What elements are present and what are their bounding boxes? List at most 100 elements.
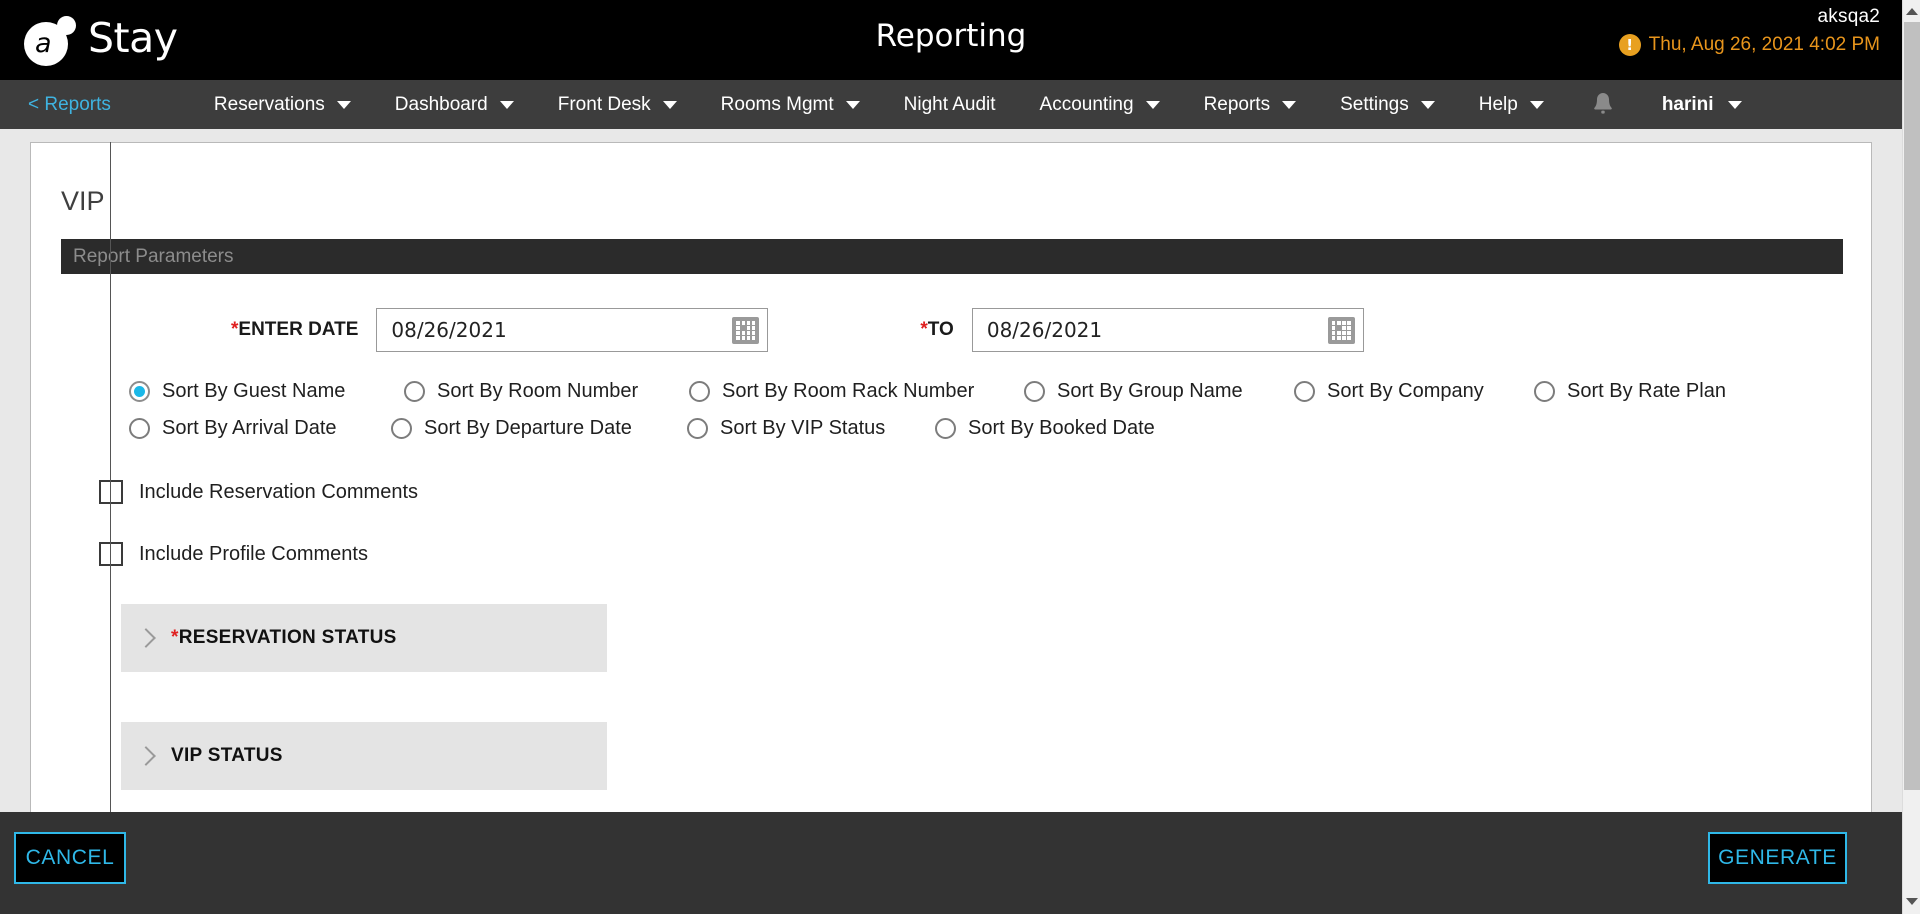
date-range-row: *ENTER DATE 08/26/2021 *TO 08/26/2021: [31, 308, 1871, 352]
nav-label: Help: [1478, 93, 1518, 115]
include-reservation-comments-row[interactable]: Include Reservation Comments: [31, 480, 1871, 504]
triangle-up-shape: [1906, 7, 1918, 15]
include-profile-comments-row[interactable]: Include Profile Comments: [31, 542, 1871, 566]
chevron-down-icon: [662, 100, 677, 109]
report-parameters-card: VIP Report Parameters *ENTER DATE 08/26/…: [30, 142, 1872, 812]
radio-mark: [129, 381, 150, 402]
checkbox-label: Include Reservation Comments: [139, 480, 419, 503]
nav-label: Settings: [1340, 93, 1409, 115]
scroll-down-arrow-icon[interactable]: [1903, 892, 1920, 910]
chevron-down-icon: [1282, 100, 1297, 109]
radio-label: Sort By Rate Plan: [1567, 380, 1726, 402]
nav-item-dashboard[interactable]: Dashboard: [373, 94, 536, 116]
alert-icon: !: [1618, 34, 1641, 56]
required-asterisk: *: [920, 319, 928, 340]
checkbox-include-reservation-comments[interactable]: [99, 480, 123, 504]
sort-options-row-1: Sort By Guest Name Sort By Room Number S…: [31, 380, 1871, 403]
header-username: aksqa2: [1817, 6, 1880, 27]
radio-sort-by-room-number[interactable]: Sort By Room Number: [404, 380, 689, 403]
enter-date-label-text: ENTER DATE: [238, 319, 359, 340]
to-date-input[interactable]: 08/26/2021: [971, 308, 1364, 352]
header-user-block: aksqa2 ! Thu, Aug 26, 2021 4:02 PM: [1618, 6, 1880, 56]
page-title: Reporting: [875, 18, 1027, 54]
generate-button[interactable]: GENERATE: [1708, 832, 1847, 884]
nav-user-menu[interactable]: harini: [1662, 94, 1742, 116]
chevron-down-icon: [1420, 100, 1435, 109]
header-datetime-row: ! Thu, Aug 26, 2021 4:02 PM: [1618, 34, 1880, 56]
radio-mark: [689, 381, 710, 402]
radio-label: Sort By Departure Date: [424, 417, 632, 439]
radio-label: Sort By Room Rack Number: [722, 380, 975, 402]
radio-mark: [1534, 381, 1555, 402]
radio-sort-by-room-rack-number[interactable]: Sort By Room Rack Number: [689, 380, 1024, 403]
vertical-scrollbar[interactable]: [1902, 0, 1920, 914]
nav-item-help[interactable]: Help: [1457, 94, 1566, 116]
nav-label: Night Audit: [903, 93, 996, 115]
radio-sort-by-booked-date[interactable]: Sort By Booked Date: [935, 417, 1155, 440]
to-date-value: 08/26/2021: [986, 318, 1103, 342]
scrollbar-thumb[interactable]: [1904, 22, 1920, 790]
nav-items-group: Reservations Dashboard Front Desk Rooms …: [192, 92, 1742, 118]
nav-item-front-desk[interactable]: Front Desk: [536, 94, 699, 116]
radio-sort-by-group-name[interactable]: Sort By Group Name: [1024, 380, 1294, 403]
enter-date-label: *ENTER DATE: [231, 319, 358, 341]
card-left-divider: [110, 142, 111, 812]
nav-label: Reservations: [213, 93, 325, 115]
radio-mark: [129, 418, 150, 439]
calendar-grid-shape: [1331, 321, 1351, 340]
report-parameters-label: Report Parameters: [73, 245, 234, 267]
radio-sort-by-arrival-date[interactable]: Sort By Arrival Date: [129, 417, 391, 440]
chevron-down-icon: [1727, 100, 1742, 109]
calendar-icon[interactable]: [732, 317, 760, 344]
nav-label: Dashboard: [394, 93, 488, 115]
radio-label: Sort By Room Number: [437, 380, 639, 402]
radio-sort-by-guest-name[interactable]: Sort By Guest Name: [129, 380, 404, 403]
accordion-reservation-status[interactable]: *RESERVATION STATUS: [121, 604, 607, 672]
nav-item-settings[interactable]: Settings: [1318, 94, 1457, 116]
calendar-icon[interactable]: [1327, 317, 1355, 344]
radio-sort-by-company[interactable]: Sort By Company: [1294, 380, 1534, 403]
chevron-down-icon: [499, 100, 514, 109]
checkbox-include-profile-comments[interactable]: [99, 542, 123, 566]
radio-sort-by-vip-status[interactable]: Sort By VIP Status: [687, 417, 935, 440]
enter-date-input[interactable]: 08/26/2021: [376, 308, 769, 352]
scroll-up-arrow-icon[interactable]: [1903, 2, 1920, 20]
radio-mark: [404, 381, 425, 402]
required-asterisk: *: [171, 627, 179, 648]
nav-item-reports[interactable]: Reports: [1182, 94, 1319, 116]
nav-label: Accounting: [1039, 93, 1134, 115]
radio-label: Sort By Group Name: [1057, 380, 1243, 402]
nav-item-night-audit[interactable]: Night Audit: [882, 94, 1018, 116]
chevron-right-icon: [136, 628, 156, 648]
radio-sort-by-rate-plan[interactable]: Sort By Rate Plan: [1534, 380, 1726, 403]
nav-item-reservations[interactable]: Reservations: [192, 94, 373, 116]
triangle-down-shape: [1906, 897, 1918, 905]
enter-date-value: 08/26/2021: [391, 318, 507, 342]
chevron-right-icon: [136, 746, 156, 766]
radio-label: Sort By VIP Status: [720, 417, 886, 439]
radio-mark: [391, 418, 412, 439]
radio-label: Sort By Company: [1327, 380, 1484, 402]
accordion-label: VIP STATUS: [171, 745, 283, 766]
to-date-label: *TO: [920, 319, 953, 341]
nav-item-rooms-mgmt[interactable]: Rooms Mgmt: [699, 94, 882, 116]
sort-options-row-2: Sort By Arrival Date Sort By Departure D…: [31, 417, 1871, 440]
calendar-grid-shape: [736, 321, 756, 340]
radio-mark: [935, 418, 956, 439]
nav-label: Rooms Mgmt: [720, 93, 834, 115]
accordion-vip-status[interactable]: VIP STATUS: [121, 722, 607, 790]
chevron-down-icon: [1145, 100, 1160, 109]
radio-mark: [687, 418, 708, 439]
top-header-bar: a Stay Reporting aksqa2 ! Thu, Aug 26, 2…: [0, 0, 1902, 80]
nav-user-label: harini: [1661, 93, 1714, 115]
radio-label: Sort By Booked Date: [968, 417, 1155, 439]
nav-item-accounting[interactable]: Accounting: [1018, 94, 1182, 116]
cancel-button[interactable]: CANCEL: [14, 832, 126, 884]
checkbox-label: Include Profile Comments: [139, 542, 368, 565]
app-root: a Stay Reporting aksqa2 ! Thu, Aug 26, 2…: [0, 0, 1920, 914]
chevron-down-icon: [845, 100, 860, 109]
radio-sort-by-departure-date[interactable]: Sort By Departure Date: [391, 417, 687, 440]
back-to-reports-link[interactable]: < Reports: [28, 94, 111, 116]
chevron-down-icon: [1529, 100, 1544, 109]
notification-bell-icon[interactable]: [1592, 92, 1614, 118]
